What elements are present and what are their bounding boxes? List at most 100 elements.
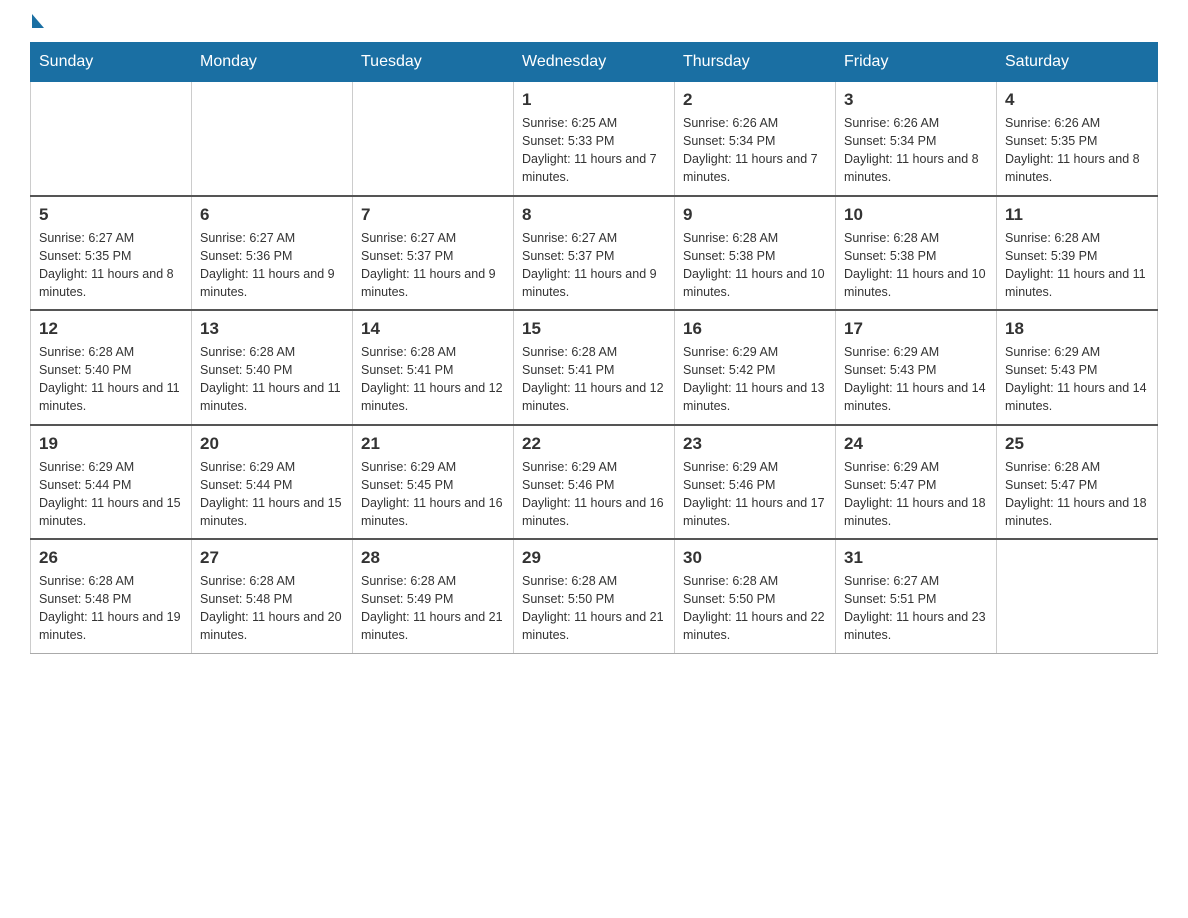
- day-number: 10: [844, 205, 988, 225]
- calendar-header-row: SundayMondayTuesdayWednesdayThursdayFrid…: [31, 43, 1158, 82]
- calendar-cell: 21 Sunrise: 6:29 AM Sunset: 5:45 PM Dayli…: [353, 425, 514, 540]
- day-number: 25: [1005, 434, 1149, 454]
- weekday-header-thursday: Thursday: [675, 43, 836, 82]
- calendar-table: SundayMondayTuesdayWednesdayThursdayFrid…: [30, 42, 1158, 654]
- day-number: 31: [844, 548, 988, 568]
- calendar-cell: 11 Sunrise: 6:28 AM Sunset: 5:39 PM Dayli…: [997, 196, 1158, 311]
- calendar-week-row: 26 Sunrise: 6:28 AM Sunset: 5:48 PM Dayli…: [31, 539, 1158, 653]
- day-info: Sunrise: 6:28 AM Sunset: 5:47 PM Dayligh…: [1005, 458, 1149, 531]
- day-number: 1: [522, 90, 666, 110]
- calendar-cell: [997, 539, 1158, 653]
- calendar-cell: 14 Sunrise: 6:28 AM Sunset: 5:41 PM Dayli…: [353, 310, 514, 425]
- calendar-cell: [31, 82, 192, 196]
- day-number: 2: [683, 90, 827, 110]
- day-info: Sunrise: 6:28 AM Sunset: 5:48 PM Dayligh…: [39, 572, 183, 645]
- day-number: 6: [200, 205, 344, 225]
- calendar-cell: 5 Sunrise: 6:27 AM Sunset: 5:35 PM Daylig…: [31, 196, 192, 311]
- day-info: Sunrise: 6:29 AM Sunset: 5:44 PM Dayligh…: [39, 458, 183, 531]
- calendar-cell: 30 Sunrise: 6:28 AM Sunset: 5:50 PM Dayli…: [675, 539, 836, 653]
- day-info: Sunrise: 6:29 AM Sunset: 5:47 PM Dayligh…: [844, 458, 988, 531]
- day-number: 16: [683, 319, 827, 339]
- day-number: 20: [200, 434, 344, 454]
- day-number: 14: [361, 319, 505, 339]
- calendar-cell: 1Sunrise: 6:25 AM Sunset: 5:33 PM Daylig…: [514, 82, 675, 196]
- calendar-cell: 28 Sunrise: 6:28 AM Sunset: 5:49 PM Dayli…: [353, 539, 514, 653]
- day-info: Sunrise: 6:28 AM Sunset: 5:41 PM Dayligh…: [522, 343, 666, 416]
- calendar-cell: 18 Sunrise: 6:29 AM Sunset: 5:43 PM Dayli…: [997, 310, 1158, 425]
- page-header: [30, 20, 1158, 24]
- calendar-cell: 8 Sunrise: 6:27 AM Sunset: 5:37 PM Daylig…: [514, 196, 675, 311]
- day-number: 29: [522, 548, 666, 568]
- weekday-header-wednesday: Wednesday: [514, 43, 675, 82]
- day-info: Sunrise: 6:27 AM Sunset: 5:37 PM Dayligh…: [361, 229, 505, 302]
- day-number: 5: [39, 205, 183, 225]
- weekday-header-tuesday: Tuesday: [353, 43, 514, 82]
- day-number: 27: [200, 548, 344, 568]
- weekday-header-friday: Friday: [836, 43, 997, 82]
- day-info: Sunrise: 6:28 AM Sunset: 5:50 PM Dayligh…: [683, 572, 827, 645]
- calendar-cell: 10 Sunrise: 6:28 AM Sunset: 5:38 PM Dayli…: [836, 196, 997, 311]
- calendar-cell: 22Sunrise: 6:29 AM Sunset: 5:46 PM Dayli…: [514, 425, 675, 540]
- calendar-cell: 13Sunrise: 6:28 AM Sunset: 5:40 PM Dayli…: [192, 310, 353, 425]
- day-number: 8: [522, 205, 666, 225]
- day-info: Sunrise: 6:28 AM Sunset: 5:49 PM Dayligh…: [361, 572, 505, 645]
- day-number: 28: [361, 548, 505, 568]
- calendar-cell: 2 Sunrise: 6:26 AM Sunset: 5:34 PM Daylig…: [675, 82, 836, 196]
- calendar-week-row: 5 Sunrise: 6:27 AM Sunset: 5:35 PM Daylig…: [31, 196, 1158, 311]
- calendar-cell: 20 Sunrise: 6:29 AM Sunset: 5:44 PM Dayli…: [192, 425, 353, 540]
- day-number: 30: [683, 548, 827, 568]
- calendar-cell: 19 Sunrise: 6:29 AM Sunset: 5:44 PM Dayli…: [31, 425, 192, 540]
- calendar-cell: 7 Sunrise: 6:27 AM Sunset: 5:37 PM Daylig…: [353, 196, 514, 311]
- day-info: Sunrise: 6:27 AM Sunset: 5:37 PM Dayligh…: [522, 229, 666, 302]
- day-number: 22: [522, 434, 666, 454]
- calendar-cell: 4 Sunrise: 6:26 AM Sunset: 5:35 PM Daylig…: [997, 82, 1158, 196]
- day-number: 4: [1005, 90, 1149, 110]
- day-info: Sunrise: 6:28 AM Sunset: 5:38 PM Dayligh…: [683, 229, 827, 302]
- day-info: Sunrise: 6:29 AM Sunset: 5:45 PM Dayligh…: [361, 458, 505, 531]
- logo: [30, 20, 44, 24]
- calendar-cell: 9 Sunrise: 6:28 AM Sunset: 5:38 PM Daylig…: [675, 196, 836, 311]
- day-number: 26: [39, 548, 183, 568]
- day-number: 19: [39, 434, 183, 454]
- calendar-week-row: 1Sunrise: 6:25 AM Sunset: 5:33 PM Daylig…: [31, 82, 1158, 196]
- weekday-header-monday: Monday: [192, 43, 353, 82]
- calendar-cell: 6 Sunrise: 6:27 AM Sunset: 5:36 PM Daylig…: [192, 196, 353, 311]
- day-number: 3: [844, 90, 988, 110]
- calendar-cell: 31 Sunrise: 6:27 AM Sunset: 5:51 PM Dayli…: [836, 539, 997, 653]
- day-info: Sunrise: 6:27 AM Sunset: 5:36 PM Dayligh…: [200, 229, 344, 302]
- calendar-cell: 23 Sunrise: 6:29 AM Sunset: 5:46 PM Dayli…: [675, 425, 836, 540]
- calendar-cell: 12Sunrise: 6:28 AM Sunset: 5:40 PM Dayli…: [31, 310, 192, 425]
- calendar-cell: 3 Sunrise: 6:26 AM Sunset: 5:34 PM Daylig…: [836, 82, 997, 196]
- day-info: Sunrise: 6:27 AM Sunset: 5:35 PM Dayligh…: [39, 229, 183, 302]
- day-info: Sunrise: 6:28 AM Sunset: 5:48 PM Dayligh…: [200, 572, 344, 645]
- day-info: Sunrise: 6:29 AM Sunset: 5:42 PM Dayligh…: [683, 343, 827, 416]
- day-info: Sunrise: 6:28 AM Sunset: 5:38 PM Dayligh…: [844, 229, 988, 302]
- day-info: Sunrise: 6:27 AM Sunset: 5:51 PM Dayligh…: [844, 572, 988, 645]
- day-number: 21: [361, 434, 505, 454]
- day-info: Sunrise: 6:28 AM Sunset: 5:41 PM Dayligh…: [361, 343, 505, 416]
- day-number: 9: [683, 205, 827, 225]
- day-number: 17: [844, 319, 988, 339]
- day-info: Sunrise: 6:29 AM Sunset: 5:43 PM Dayligh…: [1005, 343, 1149, 416]
- day-info: Sunrise: 6:26 AM Sunset: 5:34 PM Dayligh…: [683, 114, 827, 187]
- calendar-cell: 17Sunrise: 6:29 AM Sunset: 5:43 PM Dayli…: [836, 310, 997, 425]
- day-number: 11: [1005, 205, 1149, 225]
- day-number: 18: [1005, 319, 1149, 339]
- day-info: Sunrise: 6:29 AM Sunset: 5:44 PM Dayligh…: [200, 458, 344, 531]
- calendar-week-row: 19 Sunrise: 6:29 AM Sunset: 5:44 PM Dayli…: [31, 425, 1158, 540]
- day-info: Sunrise: 6:29 AM Sunset: 5:46 PM Dayligh…: [683, 458, 827, 531]
- calendar-cell: 26 Sunrise: 6:28 AM Sunset: 5:48 PM Dayli…: [31, 539, 192, 653]
- day-info: Sunrise: 6:28 AM Sunset: 5:40 PM Dayligh…: [200, 343, 344, 416]
- logo-triangle-icon: [32, 14, 44, 28]
- day-number: 7: [361, 205, 505, 225]
- day-number: 24: [844, 434, 988, 454]
- calendar-cell: 25 Sunrise: 6:28 AM Sunset: 5:47 PM Dayli…: [997, 425, 1158, 540]
- calendar-cell: 29Sunrise: 6:28 AM Sunset: 5:50 PM Dayli…: [514, 539, 675, 653]
- calendar-week-row: 12Sunrise: 6:28 AM Sunset: 5:40 PM Dayli…: [31, 310, 1158, 425]
- day-info: Sunrise: 6:26 AM Sunset: 5:34 PM Dayligh…: [844, 114, 988, 187]
- day-info: Sunrise: 6:28 AM Sunset: 5:39 PM Dayligh…: [1005, 229, 1149, 302]
- calendar-cell: [353, 82, 514, 196]
- day-info: Sunrise: 6:28 AM Sunset: 5:40 PM Dayligh…: [39, 343, 183, 416]
- day-number: 23: [683, 434, 827, 454]
- day-info: Sunrise: 6:26 AM Sunset: 5:35 PM Dayligh…: [1005, 114, 1149, 187]
